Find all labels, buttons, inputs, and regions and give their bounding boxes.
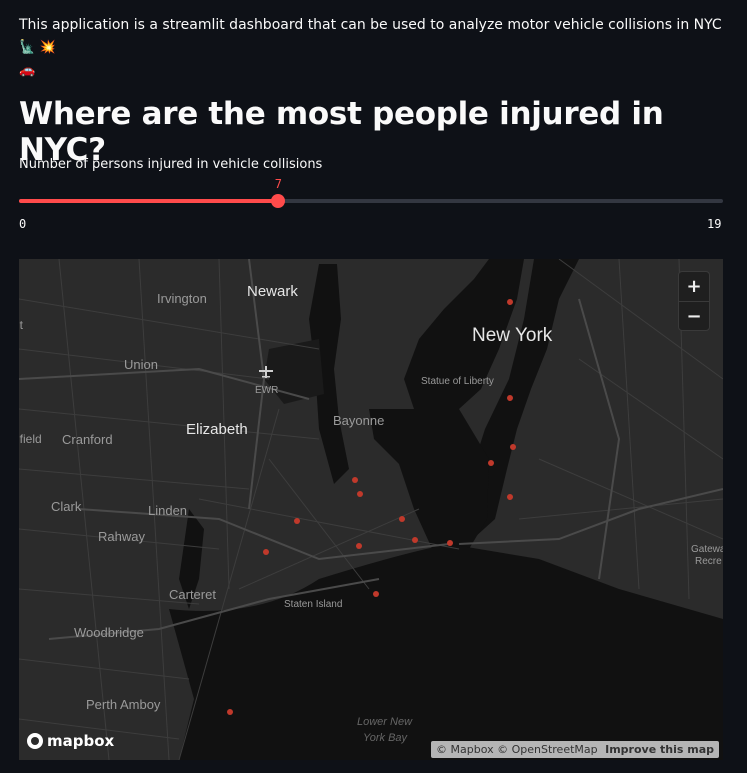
collision-point [399, 516, 405, 522]
label-partial-left: it [19, 318, 24, 332]
slider-max-label: 19 [707, 217, 722, 231]
zoom-out-button[interactable]: − [679, 301, 709, 331]
collision-point [357, 491, 363, 497]
map-attribution: © Mapbox © OpenStreetMap Improve this ma… [431, 741, 719, 758]
collision-point [507, 494, 513, 500]
collision-point [263, 549, 269, 555]
label-clark: Clark [51, 499, 82, 514]
label-lower-new-york-bay-2: York Bay [363, 732, 409, 744]
label-rahway: Rahway [98, 529, 145, 544]
injured-slider-value: 7 [274, 177, 282, 191]
map-canvas: Irvington Newark New York Statue of Libe… [19, 259, 723, 760]
label-carteret: Carteret [169, 587, 216, 602]
collision-map[interactable]: Irvington Newark New York Statue of Libe… [19, 259, 723, 760]
label-cranford: Cranford [62, 432, 113, 447]
label-linden: Linden [148, 503, 187, 518]
label-elizabeth: Elizabeth [186, 421, 248, 438]
collision-point [352, 477, 358, 483]
collision-point [412, 537, 418, 543]
label-woodbridge: Woodbridge [74, 625, 144, 640]
improve-map-link[interactable]: Improve this map [605, 743, 714, 756]
collision-point [356, 543, 362, 549]
mapbox-logo-icon [27, 733, 43, 749]
intro-sentence: This application is a streamlit dashboar… [19, 17, 722, 33]
zoom-in-button[interactable]: + [679, 272, 709, 301]
mapbox-logo[interactable]: mapbox [27, 732, 114, 750]
collision-point [507, 299, 513, 305]
collision-point [488, 460, 494, 466]
label-westfield: ifield [19, 432, 42, 446]
zoom-controls: + − [678, 271, 710, 331]
collision-point [510, 444, 516, 450]
label-staten-island: Staten Island [284, 599, 342, 610]
collision-icon: 💥 [39, 40, 56, 55]
collision-point [227, 709, 233, 715]
label-gateway-1: Gatewa [691, 544, 723, 555]
collision-point [294, 518, 300, 524]
car-icon: 🚗 [19, 63, 36, 78]
collision-point [447, 540, 453, 546]
label-new-york: New York [472, 325, 553, 346]
intro-text: This application is a streamlit dashboar… [19, 14, 729, 82]
collision-point [373, 591, 379, 597]
label-ewr: EWR [255, 385, 278, 396]
label-perth-amboy: Perth Amboy [86, 697, 161, 712]
statue-of-liberty-icon: 🗽 [19, 40, 36, 55]
slider-min-label: 0 [19, 217, 27, 231]
label-lower-new-york-bay-1: Lower New [357, 716, 413, 728]
label-gateway-2: Recre [695, 556, 722, 567]
slider-label: Number of persons injured in vehicle col… [19, 157, 323, 172]
label-statue-of-liberty: Statue of Liberty [421, 376, 494, 387]
injured-slider-track[interactable]: 7 [19, 177, 723, 208]
mapbox-logo-text: mapbox [47, 732, 115, 750]
label-union: Union [124, 357, 158, 372]
label-newark: Newark [247, 283, 298, 300]
collision-point [507, 395, 513, 401]
injured-slider-thumb[interactable] [271, 194, 286, 208]
label-bayonne: Bayonne [333, 413, 384, 428]
injured-slider-fill [19, 199, 279, 203]
attribution-text[interactable]: © Mapbox © OpenStreetMap [436, 743, 598, 756]
label-irvington: Irvington [157, 291, 207, 306]
